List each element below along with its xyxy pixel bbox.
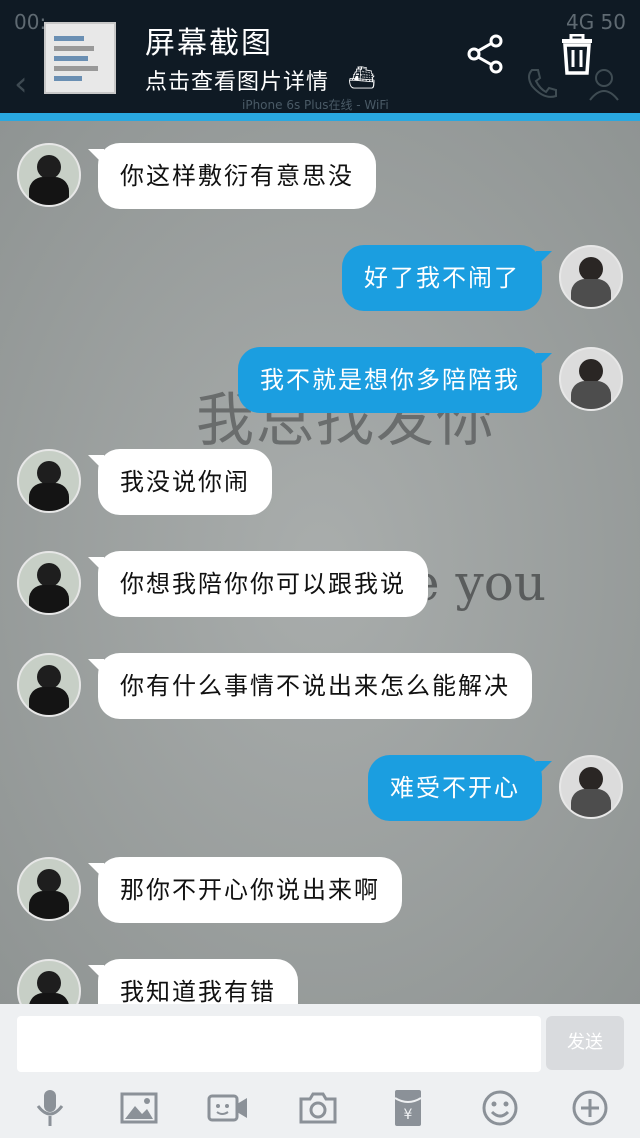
message-bubble[interactable]: 我不就是想你多陪陪我 (238, 347, 552, 413)
message-row: 我没说你闹 (0, 427, 640, 515)
avatar[interactable] (17, 449, 81, 513)
screenshot-thumbnail[interactable] (44, 22, 116, 94)
ship-icon: ⛴ (348, 66, 376, 91)
camera-icon[interactable] (296, 1086, 340, 1130)
message-row: 那你不开心你说出来啊 (0, 835, 640, 923)
microphone-icon[interactable] (28, 1086, 72, 1130)
status-time: 00: (14, 10, 47, 34)
message-bubble[interactable]: 我知道我有错 (88, 959, 298, 1004)
status-indicators: 4G 50 (565, 10, 626, 34)
message-row: 你这样敷衍有意思没 (0, 121, 640, 209)
avatar[interactable] (559, 755, 623, 819)
message-input[interactable] (17, 1016, 541, 1072)
avatar[interactable] (17, 653, 81, 717)
avatar[interactable] (17, 857, 81, 921)
screenshot-header: 00: 4G 50 ‹ 屏幕截图 点击查看图片详情 ⛴ iPhone 6s Pl… (0, 0, 640, 113)
avatar[interactable] (17, 551, 81, 615)
chat-area[interactable]: 我总找发你 e you 你这样敷衍有意思没 好了我不闹了 我不就是想你多陪陪我 … (0, 121, 640, 1004)
phone-icon (528, 69, 557, 98)
video-icon[interactable] (206, 1086, 250, 1130)
back-icon: ‹ (14, 64, 28, 104)
message-bubble[interactable]: 那你不开心你说出来啊 (88, 857, 402, 923)
message-bubble[interactable]: 好了我不闹了 (342, 245, 552, 311)
svg-text:¥: ¥ (404, 1107, 413, 1123)
message-bubble[interactable]: 难受不开心 (368, 755, 552, 821)
avatar[interactable] (559, 245, 623, 309)
message-row: 我不就是想你多陪陪我 (0, 325, 640, 413)
plus-icon[interactable] (568, 1086, 612, 1130)
message-row: 你有什么事情不说出来怎么能解决 (0, 631, 640, 719)
red-packet-icon[interactable]: ¥ (386, 1086, 430, 1130)
message-row: 难受不开心 (0, 733, 640, 821)
trash-icon[interactable] (556, 34, 598, 76)
message-bubble[interactable]: 你想我陪你你可以跟我说 (88, 551, 428, 617)
view-details-link[interactable]: 点击查看图片详情 (145, 64, 329, 96)
message-row: 好了我不闹了 (0, 223, 640, 311)
send-button[interactable]: 发送 (546, 1016, 624, 1070)
message-bubble[interactable]: 你有什么事情不说出来怎么能解决 (88, 653, 532, 719)
message-row: 你想我陪你你可以跟我说 (0, 529, 640, 617)
message-bubble[interactable]: 我没说你闹 (88, 449, 272, 515)
input-toolbar: ¥ (0, 1080, 640, 1138)
share-icon[interactable] (466, 34, 504, 74)
avatar[interactable] (17, 143, 81, 207)
page-title: 屏幕截图 (145, 26, 273, 61)
avatar[interactable] (17, 959, 81, 1004)
message-input-bar: 发送 (0, 1004, 640, 1080)
online-status: iPhone 6s Plus在线 - WiFi (242, 98, 389, 112)
avatar[interactable] (559, 347, 623, 411)
header-divider (0, 113, 640, 121)
message-row: 我知道我有错 (0, 937, 640, 1004)
image-icon[interactable] (117, 1086, 161, 1130)
message-bubble[interactable]: 你这样敷衍有意思没 (88, 143, 376, 209)
emoji-icon[interactable] (478, 1086, 522, 1130)
